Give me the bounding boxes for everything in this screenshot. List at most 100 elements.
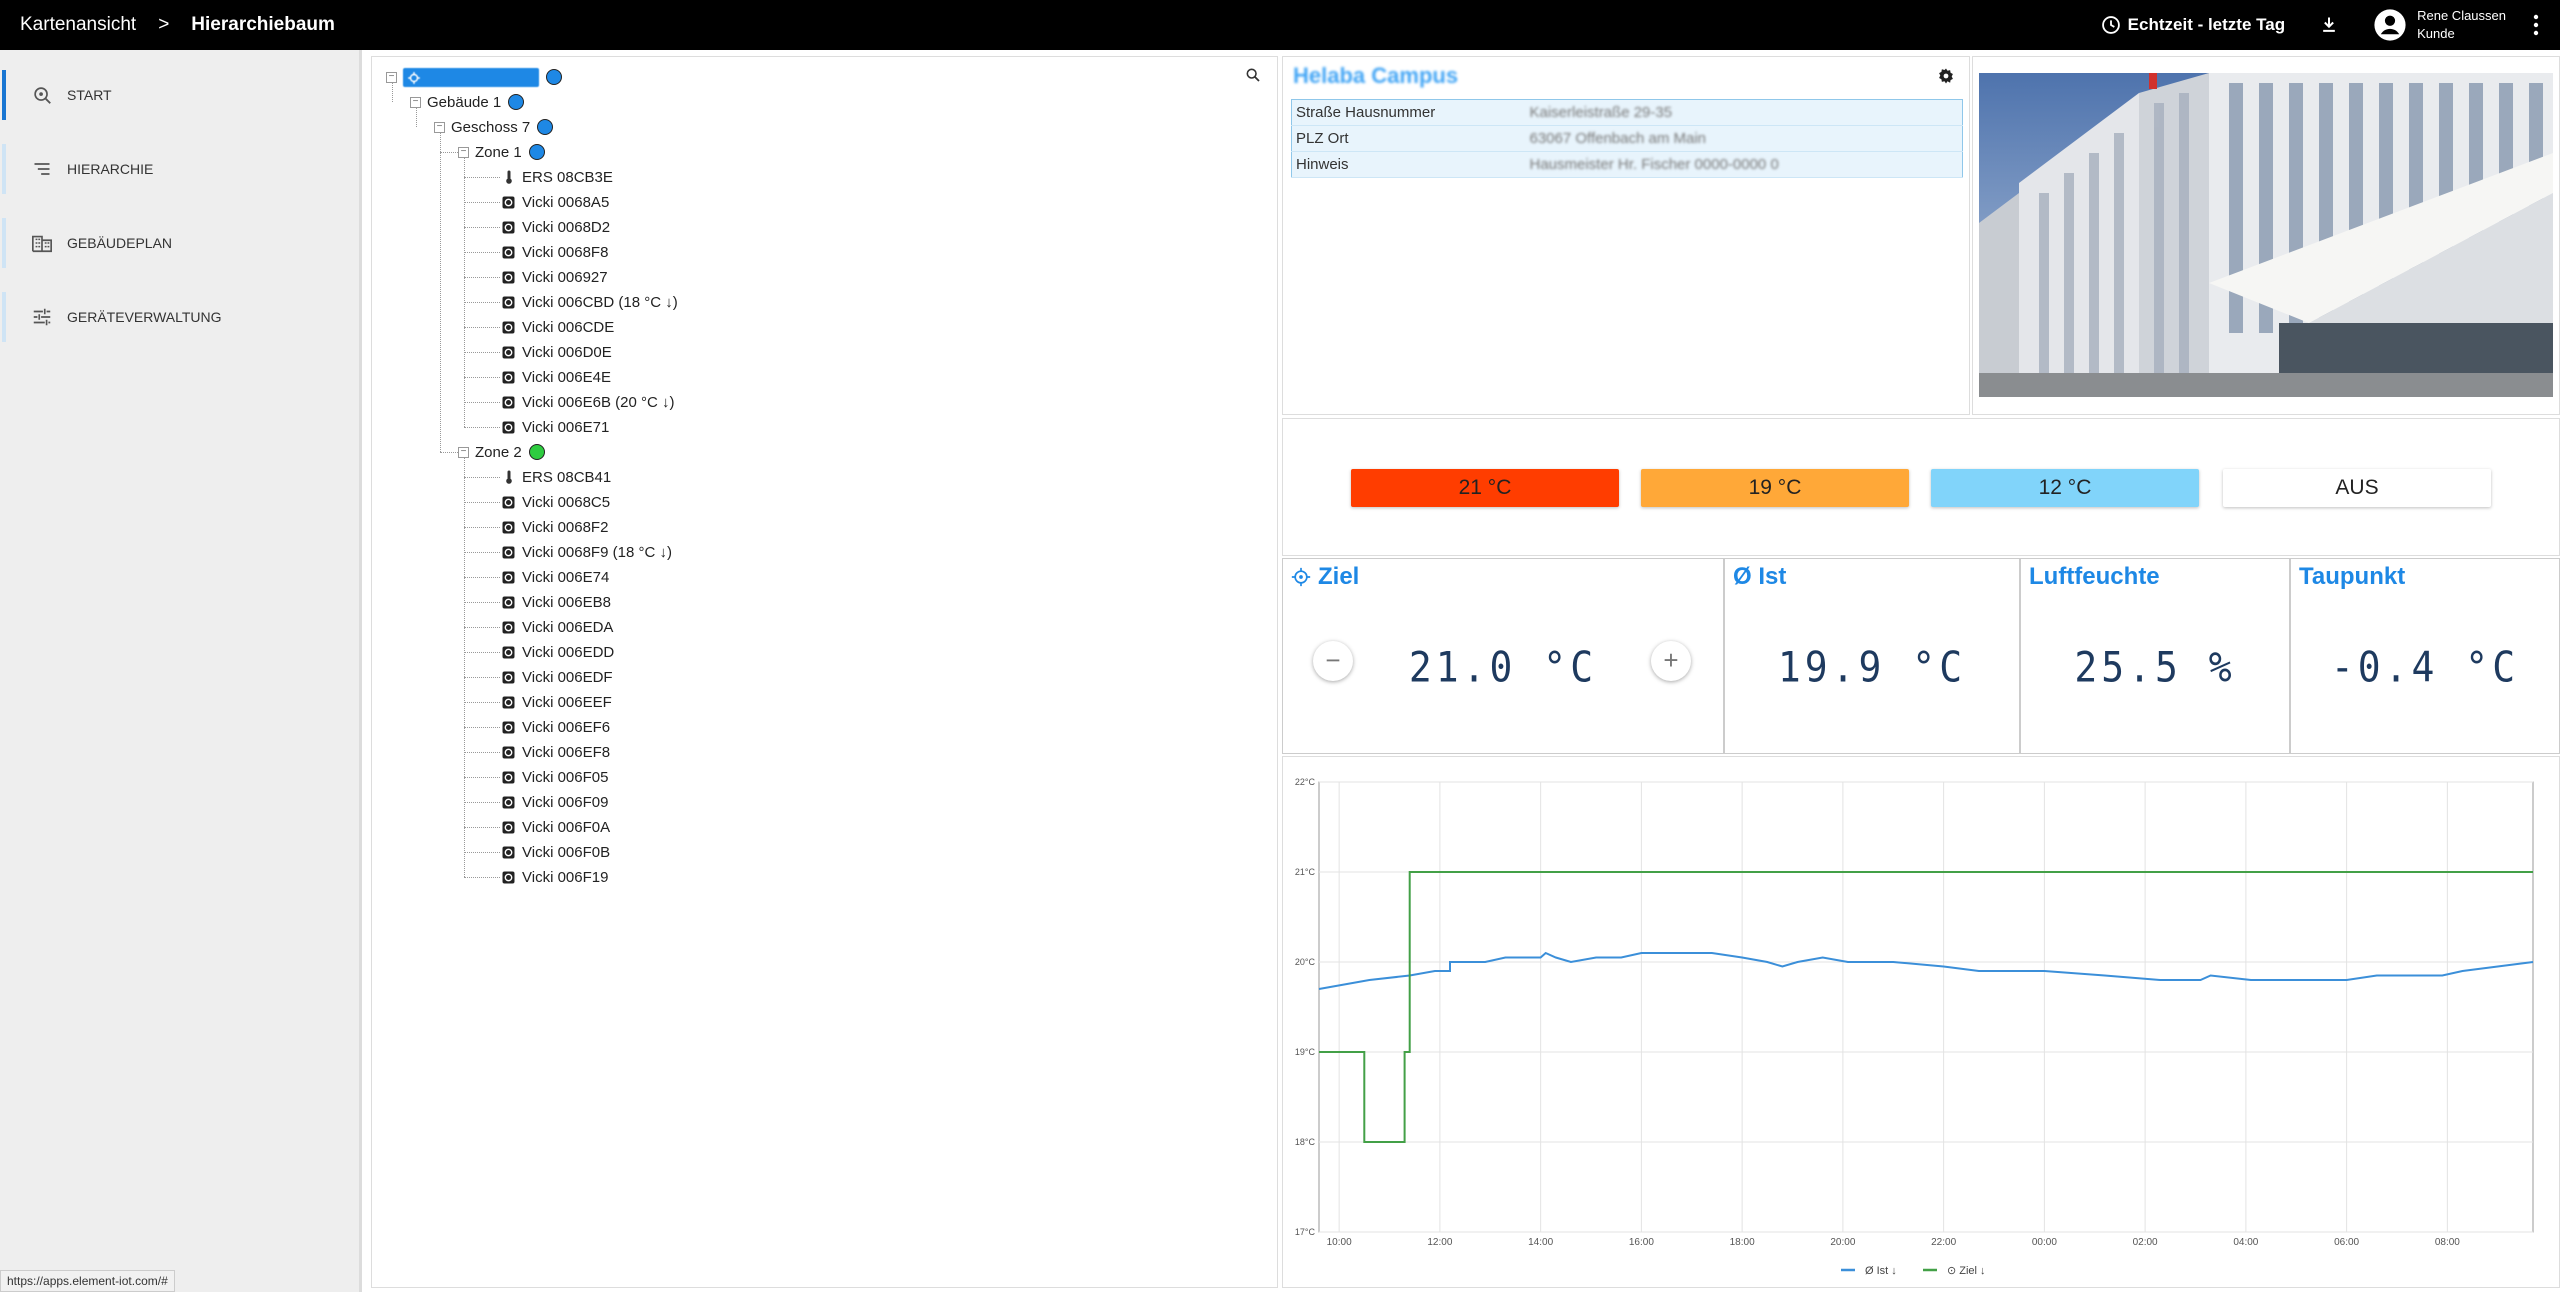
detail-row: Straße Hausnummer Kaiserleistraße 29-35 bbox=[1291, 99, 1963, 126]
sidebar-item-hierarchie[interactable]: Hierarchie bbox=[0, 132, 359, 206]
x-tick-label: 08:00 bbox=[2435, 1237, 2460, 1248]
tree-node-label: Vicki 006E74 bbox=[522, 568, 610, 586]
x-tick-label: 06:00 bbox=[2334, 1237, 2359, 1248]
x-tick-label: 16:00 bbox=[1629, 1237, 1654, 1248]
tree-node-device[interactable]: Vicki 0068F2 bbox=[502, 515, 608, 539]
collapse-toggle-icon[interactable]: − bbox=[434, 121, 445, 133]
tree-node-label: Vicki 0068F9 (18 °C ↓) bbox=[522, 543, 672, 561]
tree-connector bbox=[464, 252, 500, 253]
sidebar-item-start[interactable]: Start bbox=[0, 58, 359, 132]
tree-node-label: Vicki 006EB8 bbox=[522, 593, 611, 611]
tree-node-device[interactable]: Vicki 006E6B (20 °C ↓) bbox=[502, 390, 674, 414]
tree-node-label: Vicki 006EF6 bbox=[522, 718, 611, 736]
tree-node-device[interactable]: Vicki 006F05 bbox=[502, 765, 608, 789]
target-icon bbox=[1291, 567, 1311, 587]
tree-node-label: Vicki 006E6B (20 °C ↓) bbox=[522, 393, 675, 411]
tree-node-building[interactable]: − Gebäude 1 bbox=[410, 90, 525, 114]
tree-node-label: Vicki 006E71 bbox=[522, 418, 610, 436]
tree-node-device[interactable]: Vicki 006E74 bbox=[502, 565, 609, 589]
tree-node-device[interactable]: Vicki 0068F8 bbox=[502, 240, 608, 264]
tree-node-device[interactable]: Vicki 006EDA bbox=[502, 615, 613, 639]
thermostat-valve-icon bbox=[502, 271, 515, 284]
tree-node-device[interactable]: Vicki 006F0A bbox=[502, 815, 610, 839]
breadcrumb-separator: > bbox=[158, 14, 170, 35]
top-bar: Kartenansicht > Hierarchiebaum Echtzeit … bbox=[0, 0, 2560, 50]
tree-node-device[interactable]: Vicki 006EF6 bbox=[502, 715, 610, 739]
tree-node-device[interactable]: Vicki 0068F9 (18 °C ↓) bbox=[502, 540, 672, 564]
tree-node-device[interactable]: Vicki 006F0B bbox=[502, 840, 610, 864]
increase-target-button[interactable]: + bbox=[1651, 641, 1691, 681]
settings-button[interactable] bbox=[1937, 67, 1955, 90]
detail-value: Kaiserleistraße 29-35 bbox=[1525, 99, 1963, 126]
tree-node-device[interactable]: Vicki 006EDF bbox=[502, 665, 613, 689]
tree-node-device[interactable]: Vicki 006CDE bbox=[502, 315, 614, 339]
more-menu-button[interactable] bbox=[2532, 14, 2540, 36]
tree-node-device[interactable]: Vicki 006EF8 bbox=[502, 740, 610, 764]
tree-connector bbox=[464, 402, 500, 403]
tree-node-device[interactable]: Vicki 006CBD (18 °C ↓) bbox=[502, 290, 678, 314]
tree-node-label: Vicki 006EEF bbox=[522, 693, 612, 711]
tree-node-label: Gebäude 1 bbox=[427, 93, 502, 111]
status-dot bbox=[508, 94, 525, 110]
thermostat-valve-icon bbox=[502, 771, 515, 784]
tree-connector bbox=[464, 527, 500, 528]
tree-node-device[interactable]: Vicki 006EB8 bbox=[502, 590, 611, 614]
tree-node-device[interactable]: ERS 08CB41 bbox=[502, 465, 611, 489]
collapse-toggle-icon[interactable]: − bbox=[458, 446, 469, 458]
tree-node-device[interactable]: Vicki 0068C5 bbox=[502, 490, 610, 514]
download-button[interactable] bbox=[2319, 15, 2339, 35]
tree-node-device[interactable]: Vicki 0068A5 bbox=[502, 190, 609, 214]
tree-node-device[interactable]: Vicki 006D0E bbox=[502, 340, 612, 364]
tree-node-zone-2[interactable]: − Zone 2 bbox=[458, 440, 545, 464]
tree-node-root[interactable]: − Helaba Campus bbox=[386, 65, 562, 89]
thermostat-valve-icon bbox=[502, 621, 515, 634]
tree-node-label: Vicki 006F09 bbox=[522, 793, 609, 811]
tree-node-device[interactable]: Vicki 0068D2 bbox=[502, 215, 610, 239]
status-dot bbox=[537, 119, 554, 135]
tree-node-label: Vicki 0068A5 bbox=[522, 193, 610, 211]
tree-connector bbox=[464, 752, 500, 753]
tree-node-label: Vicki 0068D2 bbox=[522, 218, 611, 236]
building-photo bbox=[1979, 73, 2553, 397]
collapse-toggle-icon[interactable]: − bbox=[458, 146, 469, 158]
actual-title: Ø Ist bbox=[1733, 563, 1787, 590]
status-dot bbox=[545, 69, 562, 85]
humidity-value: 25.5 % bbox=[2074, 642, 2236, 692]
realtime-button[interactable]: Echtzeit - letzte Tag bbox=[2101, 15, 2285, 35]
tree-node-device[interactable]: ERS 08CB3E bbox=[502, 165, 613, 189]
setpoint-21-button[interactable]: 21 °C bbox=[1351, 469, 1619, 507]
user-menu[interactable]: Rene Claussen Kunde bbox=[2373, 7, 2506, 43]
x-tick-label: 00:00 bbox=[2032, 1237, 2057, 1248]
tree-node-device[interactable]: Vicki 006F19 bbox=[502, 865, 608, 889]
thermometer-icon bbox=[502, 470, 515, 484]
collapse-toggle-icon[interactable]: − bbox=[386, 71, 397, 83]
tree-root-label: Helaba Campus bbox=[403, 67, 539, 87]
sidebar-item-geraeteverwaltung[interactable]: Geräteverwaltung bbox=[0, 280, 359, 354]
setpoint-off-button[interactable]: AUS bbox=[2223, 469, 2491, 507]
legend-label: Ø Ist ↓ bbox=[1865, 1265, 1897, 1277]
tree-node-zone-1[interactable]: − Zone 1 bbox=[458, 140, 545, 164]
tree-node-device[interactable]: Vicki 006927 bbox=[502, 265, 608, 289]
tree-node-device[interactable]: Vicki 006F09 bbox=[502, 790, 608, 814]
tree-node-floor[interactable]: − Geschoss 7 bbox=[434, 115, 554, 139]
collapse-toggle-icon[interactable]: − bbox=[410, 96, 421, 108]
tree-node-device[interactable]: Vicki 006E4E bbox=[502, 365, 611, 389]
tree-node-label: Vicki 0068F8 bbox=[522, 243, 609, 261]
x-tick-label: 14:00 bbox=[1528, 1237, 1553, 1248]
thermostat-valve-icon bbox=[502, 346, 515, 359]
thermostat-valve-icon bbox=[502, 321, 515, 334]
humidity-title: Luftfeuchte bbox=[2029, 563, 2160, 590]
tree-node-label: Vicki 006CDE bbox=[522, 318, 615, 336]
breadcrumb-map-view[interactable]: Kartenansicht bbox=[20, 14, 136, 36]
tree-connector bbox=[464, 652, 500, 653]
tree-connector bbox=[440, 452, 458, 453]
setpoint-19-button[interactable]: 19 °C bbox=[1641, 469, 1909, 507]
sidebar-item-gebaeudeplan[interactable]: Gebäudeplan bbox=[0, 206, 359, 280]
tree-search-button[interactable] bbox=[1245, 67, 1261, 88]
tree-node-device[interactable]: Vicki 006EEF bbox=[502, 690, 612, 714]
target-title: Ziel bbox=[1318, 563, 1360, 590]
thermostat-valve-icon bbox=[502, 596, 515, 609]
tree-node-device[interactable]: Vicki 006E71 bbox=[502, 415, 609, 439]
tree-node-device[interactable]: Vicki 006EDD bbox=[502, 640, 614, 664]
setpoint-12-button[interactable]: 12 °C bbox=[1931, 469, 2199, 507]
